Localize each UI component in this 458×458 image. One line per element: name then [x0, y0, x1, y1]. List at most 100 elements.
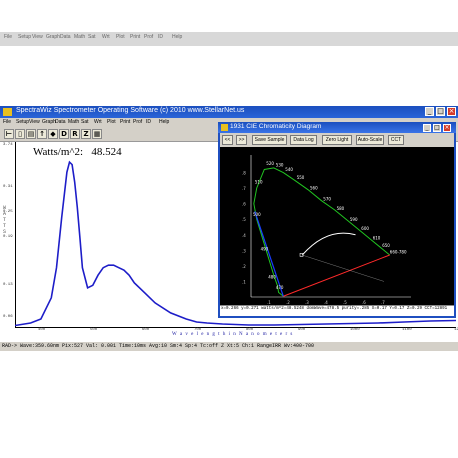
cie-wavelength-label: 510 — [255, 179, 263, 184]
y-axis-label: W A T T S — [3, 205, 7, 235]
cie-button-0[interactable]: << — [222, 135, 233, 145]
cie-y-tick: .3 — [242, 248, 246, 253]
menu-item-file[interactable]: File — [3, 119, 11, 125]
cie-wavelength-label: 550 — [297, 175, 305, 180]
cie-wavelength-label: 490 — [261, 246, 269, 251]
x-tick-label: 1100 — [402, 328, 412, 332]
faded-menu-item: File — [4, 34, 13, 40]
dark-icon[interactable]: D — [59, 129, 69, 139]
menu-item-help[interactable]: Help — [159, 119, 169, 125]
cie-y-tick: .5 — [242, 217, 246, 222]
cie-wavelength-label: 650 — [382, 243, 390, 248]
cie-y-tick: .6 — [242, 202, 246, 207]
x-axis-label: W a v e l e n g t h i n N a n o m e t e … — [172, 332, 294, 337]
status-text: RAD-> Wave:359.60nm Pix:527 Val: 0.001 T… — [2, 343, 315, 349]
y-tick-label: 0.06 — [3, 315, 13, 319]
watts-label: Watts/m^2: — [33, 146, 84, 158]
cie-button-5[interactable]: Auto-Scale — [356, 135, 384, 145]
menu-item-data[interactable]: Data — [55, 119, 66, 125]
faded-menu-item: Plot — [116, 34, 125, 40]
cie-maximize-button[interactable]: □ — [433, 124, 441, 132]
minimize-button[interactable]: _ — [425, 107, 434, 116]
cie-wavelength-label: 610 — [373, 235, 381, 240]
x-tick-label: 600 — [142, 328, 150, 332]
cie-button-2[interactable]: Save Sample — [252, 135, 287, 145]
x-tick-label: 900 — [298, 328, 306, 332]
cie-wavelength-label: 530 — [276, 162, 284, 167]
menu-item-plot[interactable]: Plot — [107, 119, 116, 125]
cie-chromaticity-plot: .8.7.6.5.4.3.2.1.1.2.3.4.5.6.7520 5305405… — [242, 155, 411, 305]
cie-window-icon — [221, 124, 228, 131]
y-tick-label: 0.19 — [3, 235, 13, 239]
cie-button-3[interactable]: Data Log — [290, 135, 317, 145]
maximize-button[interactable]: □ — [436, 107, 445, 116]
faded-menu-item: Setup — [18, 34, 32, 40]
y-tick-label: 0.13 — [3, 283, 13, 287]
menu-item-wrt[interactable]: Wrt — [94, 119, 102, 125]
app-icon — [3, 108, 12, 116]
menu-item-graph[interactable]: Graph — [42, 119, 56, 125]
faded-menu-item: Wrt — [102, 34, 110, 40]
menu-item-view[interactable]: View — [29, 119, 40, 125]
menu-item-prof[interactable]: Prof — [133, 119, 142, 125]
cie-y-tick: .7 — [242, 186, 246, 191]
cie-wavelength-label: 520 — [266, 161, 274, 166]
faded-menu-item: Data — [60, 34, 71, 40]
cie-y-tick: .4 — [242, 233, 246, 238]
cie-wavelength-label: 500 — [253, 212, 261, 217]
cie-button-6[interactable]: CCT — [388, 135, 404, 145]
cie-button-1[interactable]: >> — [236, 135, 247, 145]
menu-item-print[interactable]: Print — [120, 119, 130, 125]
faded-menu-item: Help — [172, 34, 183, 40]
cie-blue-edge — [254, 211, 284, 297]
cie-button-4[interactable]: Zero Light — [322, 135, 352, 145]
cie-planckian-locus — [301, 232, 356, 256]
cie-dom-line — [301, 254, 385, 282]
faded-menu-item: Prof — [144, 34, 154, 40]
cie-wavelength-label: 480 — [268, 274, 276, 279]
watts-reading: Watts/m^2: 48.524 — [33, 146, 122, 158]
x-tick-label: 1000 — [350, 328, 360, 332]
cie-wavelength-label: 600 — [361, 226, 369, 231]
cie-wavelength-label: 570 — [323, 197, 331, 202]
y-tick-label: 0.31 — [3, 185, 13, 189]
zero-icon[interactable]: Z — [81, 129, 91, 139]
menu-item-id[interactable]: ID — [146, 119, 151, 125]
cie-y-tick: .8 — [242, 171, 246, 176]
cie-wavelength-label: 660-780 — [390, 249, 407, 254]
menu-item-setup[interactable]: Setup — [16, 119, 29, 125]
cie-close-button[interactable]: × — [443, 124, 451, 132]
faded-menu-item: View — [32, 34, 43, 40]
cie-y-tick: .2 — [242, 264, 246, 269]
x-tick-label: 500 — [90, 328, 98, 332]
x-tick-label: 1200 — [454, 328, 458, 332]
open-icon[interactable]: ⊢ — [4, 129, 14, 139]
faded-menu-item: Sat — [88, 34, 96, 40]
faded-menu-item: ID — [158, 34, 163, 40]
faded-menu-item: Graph — [46, 34, 60, 40]
cie-wavelength-label: 580 — [337, 206, 345, 211]
cie-wavelength-label: 470 — [276, 285, 284, 290]
save-icon[interactable]: ▯ — [15, 129, 25, 139]
app-title: SpectraWiz Spectrometer Operating Softwa… — [16, 107, 245, 114]
cie-wavelength-label: 540 — [285, 167, 293, 172]
x-tick-label: 400 — [38, 328, 46, 332]
cie-status-text: x=0.266 y=0.271 watts/m^2=48.5248 domWav… — [221, 307, 448, 311]
faded-menu-item: Print — [130, 34, 141, 40]
refresh-icon[interactable]: ◆ — [48, 129, 58, 139]
cie-purple-line — [283, 254, 390, 297]
menu-item-sat[interactable]: Sat — [81, 119, 89, 125]
print-icon[interactable]: ▤ — [26, 129, 36, 139]
cie-y-tick: .1 — [242, 279, 246, 284]
y-tick-label: 3.74 — [3, 143, 13, 147]
faded-menu-item: Math — [74, 34, 86, 40]
cie-wavelength-label: 590 — [350, 217, 358, 222]
trend-icon[interactable]: ▦ — [92, 129, 102, 139]
up-arrow-icon[interactable]: ↑ — [37, 129, 47, 139]
ref-icon[interactable]: R — [70, 129, 80, 139]
cie-wavelength-label: 560 — [310, 186, 318, 191]
cie-minimize-button[interactable]: _ — [423, 124, 431, 132]
cie-title: 1931 CIE Chromaticity Diagram — [230, 123, 322, 130]
close-button[interactable]: × — [447, 107, 456, 116]
menu-item-math[interactable]: Math — [68, 119, 79, 125]
